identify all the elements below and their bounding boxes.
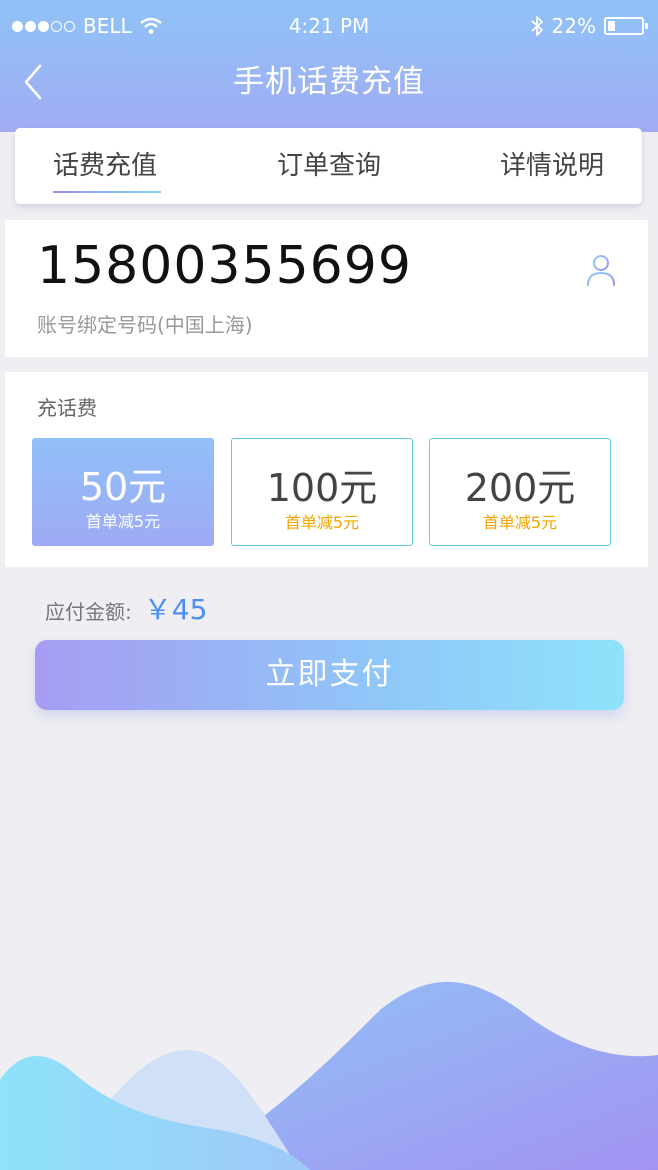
payable-amount-row: 应付金额: ￥45 — [45, 588, 207, 628]
recharge-label: 充话费 — [37, 396, 97, 420]
tab-bar: 话费充值 订单查询 详情说明 — [15, 128, 642, 204]
payable-label: 应付金额: — [45, 600, 132, 624]
status-right: 22% — [530, 14, 648, 38]
battery-fill — [608, 21, 615, 31]
amount-value: 200元 — [464, 466, 576, 510]
amount-promo: 首单减5元 — [284, 513, 360, 532]
phone-number-input[interactable]: 15800355699 — [37, 236, 412, 296]
decorative-waves — [0, 981, 658, 1170]
pay-now-button[interactable]: 立即支付 — [35, 640, 624, 710]
payable-amount: ￥45 — [143, 593, 208, 626]
amount-promo: 首单减5元 — [85, 512, 161, 531]
battery-icon — [604, 17, 648, 35]
battery-percent: 22% — [551, 14, 596, 38]
phone-card: 15800355699 账号绑定号码(中国上海) — [5, 220, 648, 357]
bluetooth-icon — [530, 16, 543, 36]
recharge-card: 充话费 50元 首单减5元 100元 首单减5元 200元 首单减5元 — [5, 372, 648, 567]
person-icon[interactable] — [583, 252, 619, 288]
page-title: 手机话费充值 — [233, 64, 425, 100]
amount-value: 50元 — [79, 465, 167, 509]
amount-promo: 首单减5元 — [482, 513, 558, 532]
status-bar: BELL 4:21 PM 22% — [0, 0, 658, 54]
amount-option-200[interactable]: 200元 首单减5元 — [429, 438, 611, 546]
tab-details[interactable]: 详情说明 — [500, 128, 604, 204]
amount-value: 100元 — [266, 466, 378, 510]
amount-option-100[interactable]: 100元 首单减5元 — [231, 438, 413, 546]
active-tab-indicator — [53, 191, 161, 193]
amount-option-50[interactable]: 50元 首单减5元 — [32, 438, 214, 546]
tab-order-query[interactable]: 订单查询 — [277, 128, 381, 204]
phone-subtitle: 账号绑定号码(中国上海) — [37, 313, 253, 337]
